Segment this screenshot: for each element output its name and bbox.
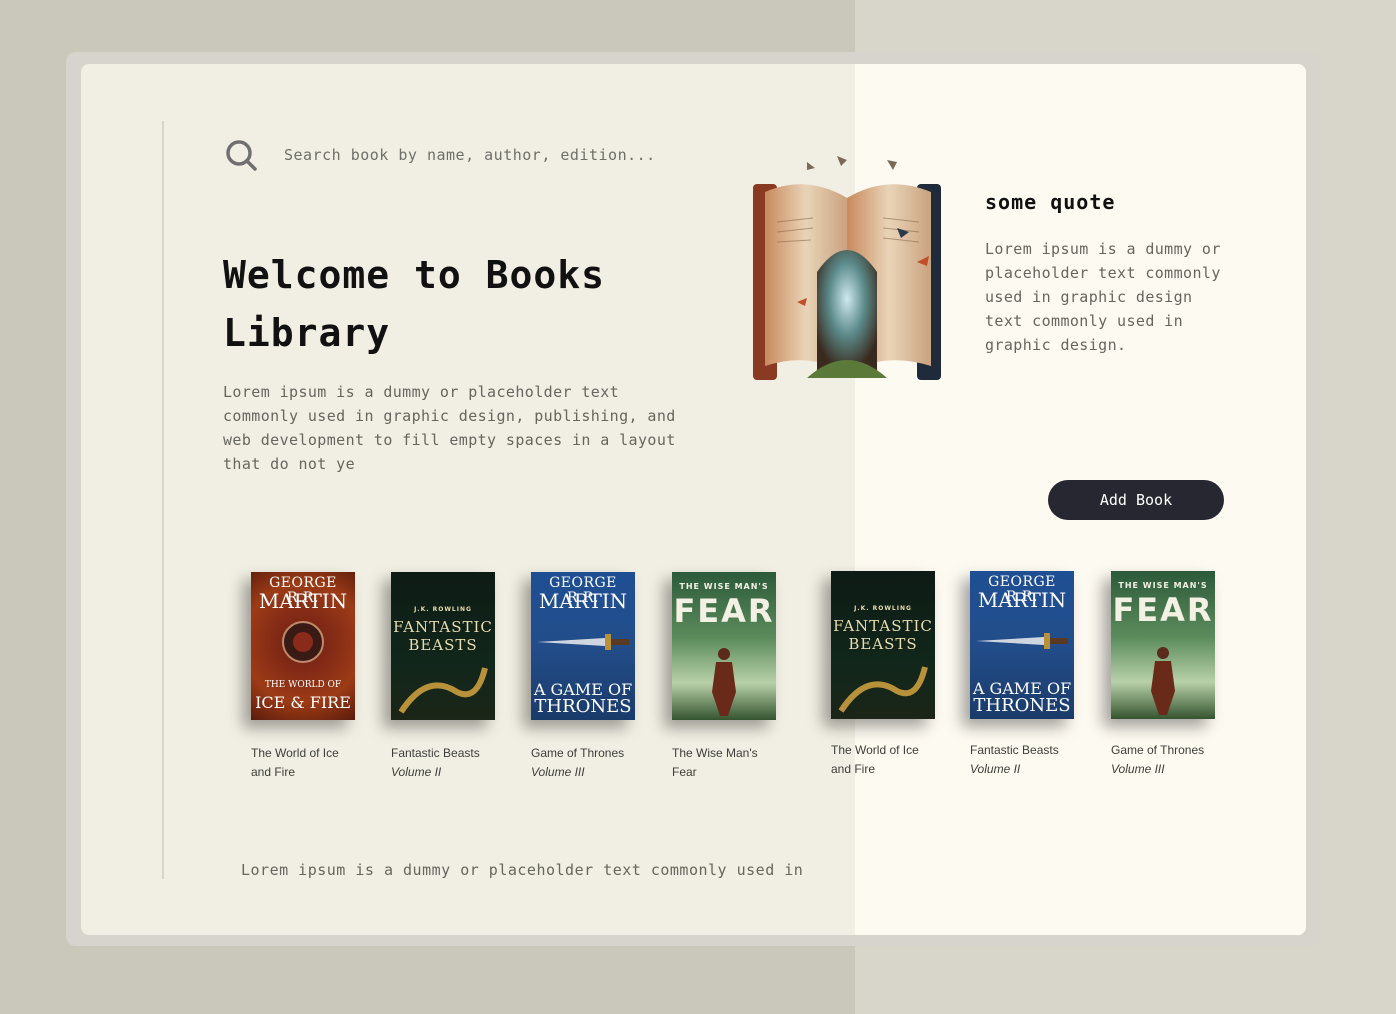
cover-author: J.K. ROWLING (854, 605, 912, 612)
book-title: The World of Ice and Fire (831, 743, 919, 776)
cover-title: BEASTS (408, 636, 478, 654)
book-subtitle: Volume III (1111, 762, 1165, 776)
cover-title: THRONES (973, 695, 1071, 716)
book-title: The Wise Man's Fear (672, 746, 758, 779)
open-book-illustration (753, 156, 941, 380)
book-cover[interactable]: THE WISE MAN'S FEAR (1111, 571, 1215, 719)
book-cover[interactable]: GEORGE R.R. MARTIN A GAME OF THRONES (970, 571, 1074, 719)
book-item[interactable]: THE WISE MAN'S FEAR The Wise Man's Fear (672, 572, 782, 782)
book-cover[interactable]: THE WISE MAN'S FEAR (672, 572, 776, 720)
cover-author: MARTIN (258, 589, 348, 613)
search-input[interactable] (282, 145, 706, 165)
cover-author: THE WISE MAN'S (1118, 581, 1208, 590)
book-item[interactable]: J.K. ROWLING FANTASTIC BEASTS Fantastic … (391, 572, 501, 782)
book-cover[interactable]: GEORGE R.R. MARTIN A GAME OF THRONES (531, 572, 635, 720)
book-cover[interactable]: GEORGE R.R. MARTIN THE WORLD OF ICE & FI… (251, 572, 355, 720)
book-subtitle: Volume II (391, 765, 442, 779)
cover-title: ICE & FIRE (255, 693, 351, 712)
book-item[interactable]: THE WISE MAN'S FEAR Game of Thrones Volu… (1111, 571, 1221, 779)
library-card: Welcome to Books Library Lorem ipsum is … (81, 64, 1306, 935)
creature-illustration-icon (398, 667, 488, 714)
add-book-button[interactable]: Add Book (1048, 480, 1224, 520)
book-cover[interactable]: J.K. ROWLING FANTASTIC BEASTS (831, 571, 935, 719)
page-title: Welcome to Books Library (223, 253, 606, 355)
footer-text: Lorem ipsum is a dummy or placeholder te… (241, 861, 804, 879)
book-title: Game of Thrones (531, 746, 625, 760)
book-subtitle: Volume III (531, 765, 585, 779)
cover-author: J.K. ROWLING (414, 606, 472, 613)
book-title: The World of Ice and Fire (251, 746, 339, 779)
book-cover[interactable]: J.K. ROWLING FANTASTIC BEASTS (391, 572, 495, 720)
cover-title: FANTASTIC (833, 617, 933, 635)
cover-author: MARTIN (977, 588, 1067, 612)
search-bar (224, 138, 706, 172)
quote-title: some quote (985, 190, 1116, 214)
book-item[interactable]: GEORGE R.R. MARTIN THE WORLD OF ICE & FI… (251, 572, 361, 782)
sword-icon (976, 633, 1068, 649)
cover-title: FEAR (673, 592, 775, 630)
cover-title: THRONES (534, 696, 632, 717)
book-item[interactable]: GEORGE R.R. MARTIN A GAME OF THRONES Fan… (970, 571, 1080, 779)
intro-text: Lorem ipsum is a dummy or placeholder te… (223, 383, 676, 473)
vertical-divider (162, 121, 164, 879)
dragon-emblem-icon (282, 621, 324, 663)
book-title: Fantastic Beasts (970, 743, 1059, 757)
book-title: Game of Thrones (1111, 743, 1205, 757)
figure-silhouette-icon (712, 648, 736, 716)
book-subtitle: Volume II (970, 762, 1021, 776)
book-title: Fantastic Beasts (391, 746, 480, 760)
quote-text: Lorem ipsum is a dummy or placeholder te… (985, 240, 1221, 354)
book-item[interactable]: GEORGE R.R. MARTIN A GAME OF THRONES Gam… (531, 572, 641, 782)
cover-author: THE WISE MAN'S (679, 582, 769, 591)
cover-author: MARTIN (538, 589, 628, 613)
sword-icon (537, 634, 629, 650)
cover-title: BEASTS (848, 635, 918, 653)
cover-title: THE WORLD OF (264, 680, 342, 690)
cover-title: FEAR (1112, 591, 1214, 629)
creature-illustration-icon (838, 666, 928, 713)
search-icon[interactable] (224, 138, 258, 172)
book-item[interactable]: J.K. ROWLING FANTASTIC BEASTS The World … (831, 571, 941, 779)
figure-silhouette-icon (1151, 647, 1175, 715)
cover-title: FANTASTIC (393, 618, 493, 636)
